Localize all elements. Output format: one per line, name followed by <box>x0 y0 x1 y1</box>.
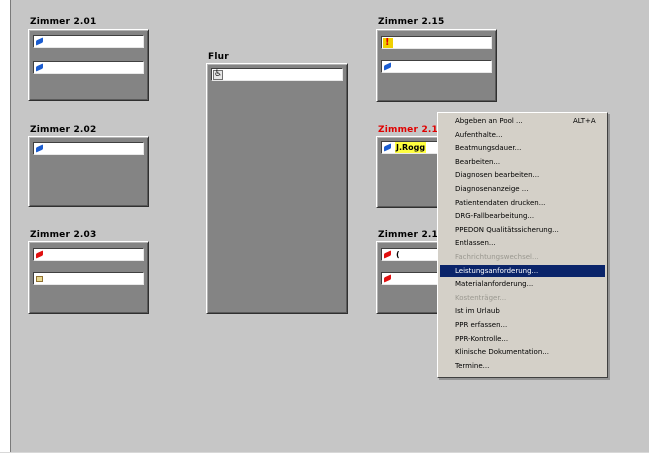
patient-name <box>47 36 49 47</box>
menu-item[interactable]: Diagnosenanzeige ... <box>440 183 605 195</box>
room-box-2-15[interactable] <box>376 29 497 102</box>
menu-item[interactable]: Beatmungsdauer... <box>440 142 605 154</box>
menu-item[interactable]: Termine... <box>440 360 605 372</box>
bed-slot[interactable] <box>33 35 144 48</box>
room-title-2-1y: Zimmer 2.1 <box>378 230 438 240</box>
menu-item[interactable]: Aufenthalte... <box>440 129 605 141</box>
bed-slot[interactable] <box>33 272 144 285</box>
patient-name <box>225 69 227 80</box>
room-title-2-1x: Zimmer 2.1 <box>378 125 438 135</box>
room-title-2-02: Zimmer 2.02 <box>30 125 97 135</box>
right-frame-edge <box>633 0 649 452</box>
room-box-2-02[interactable] <box>28 136 149 207</box>
patient-name <box>47 249 49 260</box>
menu-item-label: Ist im Urlaub <box>455 307 500 316</box>
menu-item-label: PPEDON Qualitätssicherung... <box>455 225 559 234</box>
bed-slot[interactable] <box>381 60 492 73</box>
patient-name <box>47 62 49 73</box>
bed-slot[interactable] <box>381 36 492 49</box>
menu-item-label: Fachrichtungswechsel... <box>455 253 539 261</box>
menu-item-label: PPR-Kontrolle... <box>455 334 509 343</box>
blue-patient-icon <box>383 62 393 72</box>
room-title-2-03: Zimmer 2.03 <box>30 230 97 240</box>
patient-name <box>395 61 397 72</box>
patient-name <box>395 273 397 284</box>
bed-slot[interactable] <box>211 68 343 81</box>
wheelchair-icon <box>213 69 223 80</box>
menu-item-label: Termine... <box>455 361 490 370</box>
room-box-2-01[interactable] <box>28 29 149 101</box>
menu-item: Fachrichtungswechsel... <box>440 251 605 263</box>
bed-slot[interactable] <box>33 248 144 261</box>
bed-slot[interactable] <box>33 142 144 155</box>
menu-item[interactable]: Entlassen... <box>440 237 605 249</box>
menu-item-label: PPR erfassen... <box>455 321 508 329</box>
room-title-2-15: Zimmer 2.15 <box>378 17 445 27</box>
room-title-flur: Flur <box>208 52 229 62</box>
menu-item[interactable]: Leistungsanforderung... <box>440 264 605 277</box>
room-box-2-03[interactable] <box>28 241 149 314</box>
blue-patient-icon <box>35 144 45 154</box>
stroller-icon <box>35 274 45 284</box>
menu-item[interactable]: PPR-Kontrolle... <box>440 333 605 345</box>
bed-slot[interactable] <box>33 61 144 74</box>
menu-item-label: Diagnosen bearbeiten... <box>455 171 540 180</box>
menu-item[interactable]: Patientendaten drucken... <box>440 197 605 209</box>
menu-item[interactable]: Materialanforderung... <box>440 278 605 290</box>
alert-icon <box>383 37 393 48</box>
room-box-flur[interactable] <box>206 63 348 314</box>
menu-item[interactable]: Klinische Dokumentation... <box>440 346 605 358</box>
menu-item[interactable]: PPR erfassen... <box>440 319 605 331</box>
room-title-2-01: Zimmer 2.01 <box>30 17 97 27</box>
menu-item-label: Abgeben an Pool ... <box>455 117 523 125</box>
blue-patient-icon <box>35 37 45 47</box>
menu-item-label: Kostenträger... <box>455 293 507 302</box>
menu-item[interactable]: Ist im Urlaub <box>440 305 605 317</box>
menu-item-shortcut: ALT+A <box>573 117 596 125</box>
menu-item-label: Diagnosenanzeige ... <box>455 185 529 193</box>
context-menu: Abgeben an Pool ... ALT+A Aufenthalte... Be… <box>437 112 608 378</box>
menu-item-label: Entlassen... <box>455 239 496 248</box>
patient-name <box>395 37 397 48</box>
menu-item[interactable]: Diagnosen bearbeiten... <box>440 169 605 181</box>
menu-item-label: Materialanforderung... <box>455 280 534 289</box>
menu-item-label: Leistungsanforderung... <box>455 266 539 275</box>
blue-patient-icon <box>35 63 45 73</box>
menu-item-label: DRG-Fallbearbeitung... <box>455 212 535 221</box>
patient-name <box>47 143 49 154</box>
patient-name: ( <box>396 250 400 259</box>
menu-item: Kostenträger... <box>440 292 605 304</box>
menu-item[interactable]: PPEDON Qualitätssicherung... <box>440 224 605 236</box>
menu-item[interactable]: DRG-Fallbearbeitung... <box>440 210 605 222</box>
patient-name <box>47 273 49 284</box>
menu-item[interactable]: Bearbeiten... <box>440 156 605 168</box>
menu-item[interactable]: Abgeben an Pool ... ALT+A <box>440 115 605 127</box>
menu-item-label: Bearbeiten... <box>455 157 501 166</box>
red-patient-icon <box>383 274 393 284</box>
blue-patient-icon <box>383 143 393 153</box>
menu-item-label: Patientendaten drucken... <box>455 198 546 207</box>
menu-item-label: Klinische Dokumentation... <box>455 348 549 357</box>
menu-item-label: Aufenthalte... <box>455 130 503 139</box>
left-frame-edge <box>0 0 11 461</box>
red-patient-icon <box>35 250 45 260</box>
patient-name: J.Rogg <box>395 142 427 153</box>
red-patient-icon <box>383 250 393 260</box>
menu-item-label: Beatmungsdauer... <box>455 144 522 153</box>
